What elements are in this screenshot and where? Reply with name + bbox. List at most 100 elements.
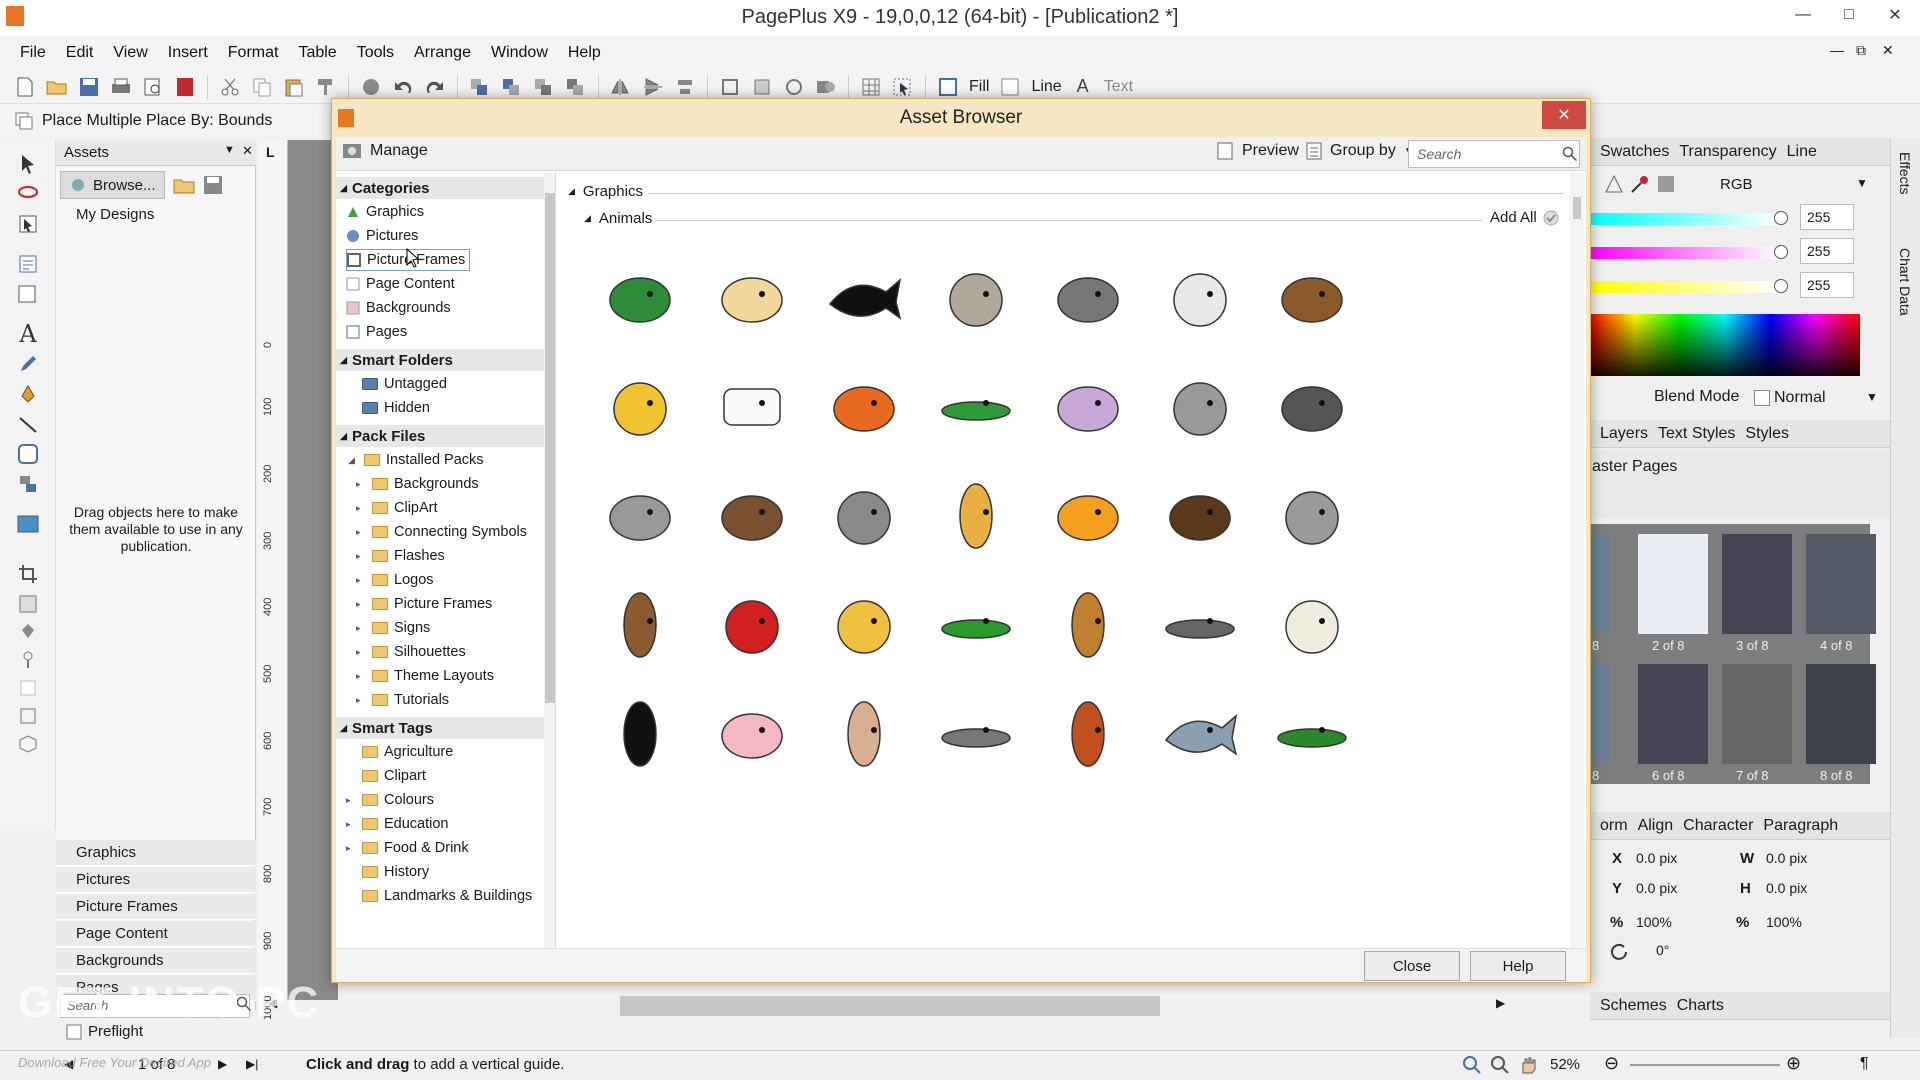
tree-item-tag[interactable]: Landmarks & Buildings [346, 885, 532, 907]
open-folder-icon[interactable] [44, 74, 70, 100]
page-thumb[interactable] [1592, 534, 1610, 634]
tree-item-pack[interactable]: ▸ ClipArt [356, 497, 438, 519]
rabbit-icon[interactable] [809, 679, 919, 789]
picture-tool-icon[interactable] [14, 510, 42, 538]
zoom-out-button[interactable]: ⊖ [1604, 1053, 1619, 1074]
lion-icon[interactable] [809, 570, 919, 680]
tree-item-pack[interactable]: ▸ Backgrounds [356, 473, 479, 495]
tab-swatches[interactable]: Swatches [1600, 143, 1669, 161]
next-page-icon[interactable]: ▶ [218, 1057, 227, 1071]
line-tool-icon[interactable] [14, 410, 42, 438]
horizontal-scrollbar-thumb[interactable] [620, 996, 1160, 1016]
tree-item-pack[interactable]: ▸ Signs [356, 617, 430, 639]
page-thumb[interactable] [1806, 664, 1876, 764]
crab-icon[interactable] [809, 352, 919, 462]
preview-button[interactable]: Preview [1216, 142, 1299, 160]
bring-to-front-icon[interactable] [467, 74, 493, 100]
dialog-close-icon[interactable]: ✕ [1542, 101, 1586, 129]
blank-tool-icon[interactable] [14, 674, 42, 702]
tab-align[interactable]: Align [1638, 817, 1674, 835]
table-tool-icon[interactable] [14, 470, 42, 498]
place-multiple-icon[interactable] [14, 111, 34, 131]
mdi-minimize-button[interactable]: — [1830, 42, 1844, 58]
tree-item-pack[interactable]: ▸ Connecting Symbols [356, 521, 527, 543]
dropper-icon[interactable] [1630, 174, 1650, 194]
green-value-input[interactable]: 255 [1800, 238, 1854, 264]
rotation-input[interactable]: 0° [1656, 942, 1669, 958]
tree-scrollbar[interactable] [544, 173, 555, 948]
paste-icon[interactable] [281, 74, 307, 100]
y-input[interactable]: 0.0 pix [1636, 880, 1677, 896]
asset-category-page-content[interactable]: Page Content [56, 921, 256, 947]
wrap-icon[interactable] [749, 74, 775, 100]
flip-horizontal-icon[interactable] [608, 74, 634, 100]
bee-icon[interactable] [585, 352, 695, 462]
pointer-tool-icon[interactable] [14, 150, 42, 178]
redo-icon[interactable] [422, 74, 448, 100]
transparency-tool-icon[interactable] [14, 590, 42, 618]
orca-icon[interactable] [809, 243, 919, 353]
section-smart-folders[interactable]: ◢ Smart Folders [336, 349, 544, 371]
pencil-tool-icon[interactable] [14, 350, 42, 378]
pen-tool-icon[interactable] [14, 380, 42, 408]
globe-icon[interactable] [358, 74, 384, 100]
tree-item-tag[interactable]: ▸ Food & Drink [346, 837, 469, 859]
text-tool-icon[interactable]: A [14, 320, 42, 348]
maximize-button[interactable]: □ [1826, 0, 1872, 30]
tab-transform[interactable]: orm [1600, 817, 1628, 835]
section-categories[interactable]: ◢ Categories [336, 177, 544, 199]
save-icon[interactable] [76, 74, 102, 100]
shark-icon[interactable] [1145, 679, 1255, 789]
owl-icon[interactable] [921, 243, 1031, 353]
tree-item-hidden[interactable]: Hidden [362, 397, 430, 419]
new-folder-icon[interactable] [173, 176, 195, 194]
fill-swatch-icon[interactable] [935, 74, 961, 100]
align-icon[interactable] [672, 74, 698, 100]
undo-icon[interactable] [390, 74, 416, 100]
print-preview-icon[interactable] [140, 74, 166, 100]
browse-button[interactable]: Browse... [60, 171, 165, 199]
page-thumb[interactable] [1638, 534, 1708, 634]
sheep-icon[interactable] [1145, 243, 1255, 353]
menu-window[interactable]: Window [481, 44, 558, 62]
crocodile-icon[interactable] [921, 352, 1031, 462]
text-color-icon[interactable]: A [1070, 74, 1096, 100]
menu-insert[interactable]: Insert [158, 44, 218, 62]
tab-line[interactable]: Line [1787, 143, 1817, 161]
blue-value-input[interactable]: 255 [1800, 272, 1854, 298]
pan-hand-icon[interactable] [1518, 1055, 1538, 1075]
slider-handle[interactable] [1774, 211, 1788, 225]
w-input[interactable]: 0.0 pix [1766, 850, 1807, 866]
pdf-icon[interactable] [172, 74, 198, 100]
color-model-select[interactable]: RGB ▼ [1720, 176, 1870, 198]
tree-item-untagged[interactable]: Untagged [362, 373, 447, 395]
page-thumb[interactable] [1638, 664, 1708, 764]
h-input[interactable]: 0.0 pix [1766, 880, 1807, 896]
lizard-icon[interactable] [921, 570, 1031, 680]
zoom-in-button[interactable]: ⊕ [1786, 1053, 1801, 1074]
tree-item-tag[interactable]: ▸ Education [346, 813, 449, 835]
tab-schemes[interactable]: Schemes [1600, 997, 1667, 1015]
menu-edit[interactable]: Edit [56, 44, 104, 62]
mdi-close-button[interactable]: ✕ [1882, 42, 1894, 59]
eyedropper-tool-icon[interactable] [14, 646, 42, 674]
node-tool-icon[interactable] [14, 210, 42, 238]
menu-table[interactable]: Table [288, 44, 346, 62]
group-by-button[interactable]: Group by ▼ [1306, 142, 1414, 160]
asset-category-pictures[interactable]: Pictures [56, 867, 256, 893]
place-mode-label[interactable]: Place Multiple Place By: Bounds [42, 112, 272, 130]
hippo-icon[interactable] [1257, 461, 1367, 571]
search-icon[interactable] [1562, 146, 1578, 162]
fill-tool-icon[interactable] [14, 618, 42, 646]
horse-icon[interactable] [585, 570, 695, 680]
tree-item-page-content[interactable]: Page Content [346, 273, 455, 295]
tree-item-tag[interactable]: Clipart [346, 765, 426, 787]
tab-charts[interactable]: Charts [1677, 997, 1724, 1015]
page-thumb[interactable] [1722, 664, 1792, 764]
tab-text-styles[interactable]: Text Styles [1658, 425, 1735, 443]
tree-item-pages[interactable]: Pages [346, 321, 407, 343]
dialog-search-input[interactable]: Search [1408, 140, 1580, 168]
pigeon-icon[interactable] [585, 461, 695, 571]
menu-arrange[interactable]: Arrange [404, 44, 481, 62]
panel-menu-icon[interactable]: ▼ [224, 144, 235, 156]
